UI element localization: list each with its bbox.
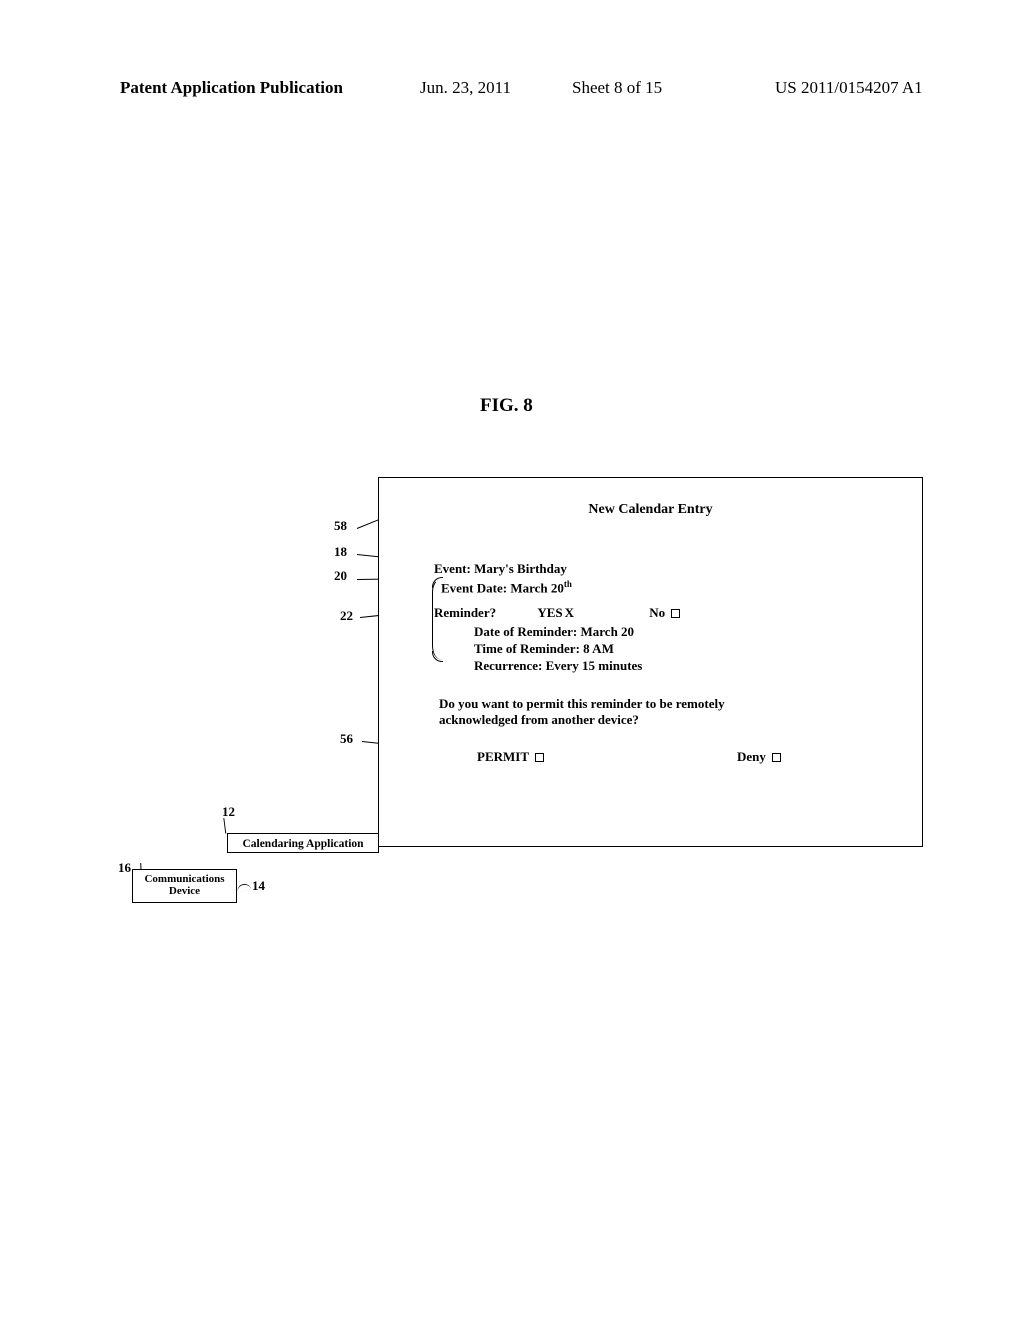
event-date-label: Event Date:	[441, 580, 507, 595]
event-label: Event:	[434, 561, 471, 576]
ref-16: 16	[118, 860, 131, 876]
ref-58: 58	[334, 518, 347, 534]
header-publication: Patent Application Publication	[120, 78, 343, 98]
reminder-time: Time of Reminder: 8 AM	[474, 641, 614, 657]
ref-56: 56	[340, 731, 353, 747]
event-date-line: Event Date: March 20th	[441, 579, 572, 596]
calendaring-application-box: Calendaring Application	[227, 833, 379, 853]
ref-22: 22	[340, 608, 353, 624]
reminder-no-label[interactable]: No	[649, 605, 665, 620]
deny-checkbox[interactable]	[772, 753, 781, 762]
header-sheet: Sheet 8 of 15	[572, 78, 662, 98]
event-value: Mary's Birthday	[474, 561, 567, 576]
permit-label: PERMIT	[477, 749, 529, 764]
communications-device-box: Communications Device	[132, 869, 237, 903]
ref-14: 14	[252, 878, 265, 894]
event-line: Event: Mary's Birthday	[434, 561, 567, 577]
ref-14-tick	[237, 884, 251, 890]
header-date: Jun. 23, 2011	[420, 78, 511, 98]
reminder-yes-mark: X	[565, 605, 574, 620]
deny-option[interactable]: Deny	[737, 749, 781, 765]
event-date-suffix: th	[564, 579, 572, 589]
event-date-value: March 20	[510, 580, 564, 595]
remote-ack-question: Do you want to permit this reminder to b…	[439, 696, 799, 729]
figure-label: FIG. 8	[480, 395, 533, 417]
ref-18: 18	[334, 544, 347, 560]
reminder-line: Reminder? YESX No	[434, 605, 680, 621]
calendar-entry-window: New Calendar Entry Event: Mary's Birthda…	[378, 477, 923, 847]
reminder-no-checkbox[interactable]	[671, 609, 680, 618]
reminder-recurrence: Recurrence: Every 15 minutes	[474, 658, 642, 674]
deny-label: Deny	[737, 749, 766, 764]
reminder-yes-label[interactable]: YES	[537, 605, 562, 620]
communications-device-label: Communications Device	[144, 873, 224, 897]
reminder-label: Reminder?	[434, 605, 496, 620]
permit-option[interactable]: PERMIT	[477, 749, 544, 765]
window-title: New Calendar Entry	[379, 502, 922, 518]
reminder-brace	[432, 578, 442, 660]
reminder-date: Date of Reminder: March 20	[474, 624, 634, 640]
ref-20: 20	[334, 568, 347, 584]
header-pubnum: US 2011/0154207 A1	[775, 78, 923, 98]
permit-checkbox[interactable]	[535, 753, 544, 762]
